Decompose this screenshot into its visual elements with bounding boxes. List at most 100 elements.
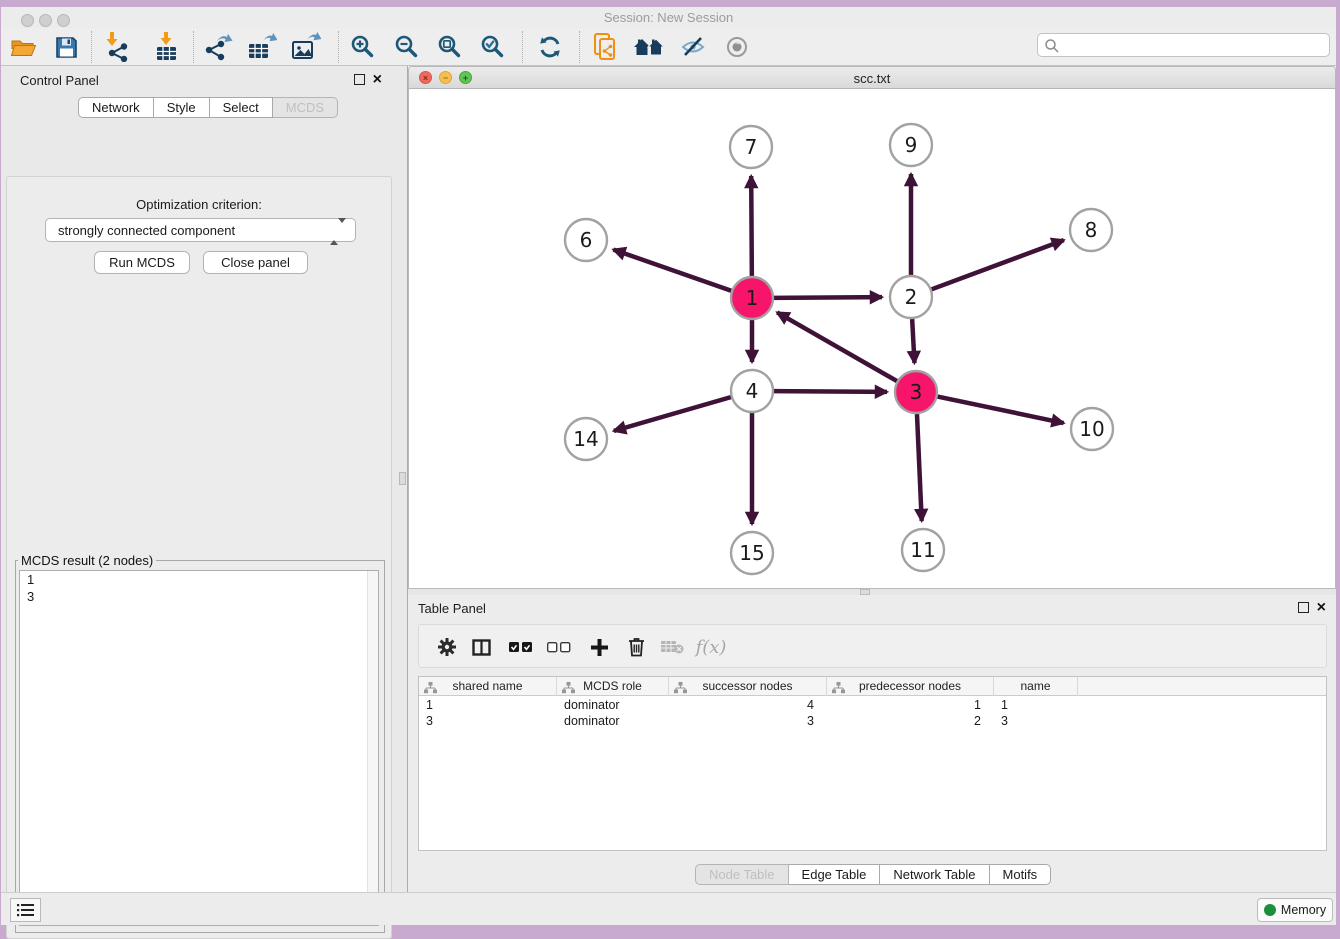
delete-column-icon[interactable] xyxy=(620,632,652,662)
split-panel-icon[interactable] xyxy=(465,632,497,662)
column-header-name[interactable]: name xyxy=(994,677,1078,696)
column-header-mcds-role[interactable]: MCDS role xyxy=(557,677,669,696)
graph-node-10[interactable]: 10 xyxy=(1071,408,1113,450)
vertical-split-divider[interactable] xyxy=(398,66,408,892)
cell-predecessor-nodes[interactable]: 1 xyxy=(827,697,994,713)
graph-node-4[interactable]: 4 xyxy=(731,370,773,412)
home-icon[interactable] xyxy=(632,32,666,62)
graph-node-8[interactable]: 8 xyxy=(1070,209,1112,251)
optimization-criterion-dropdown[interactable]: strongly connected component xyxy=(45,218,356,242)
main-titlebar: Session: New Session xyxy=(1,7,1336,28)
table-row[interactable]: 3dominator323 xyxy=(419,713,1326,729)
tab-edge-table[interactable]: Edge Table xyxy=(789,864,881,885)
cell-shared-name[interactable]: 3 xyxy=(419,713,557,729)
zoom-selected-icon[interactable] xyxy=(476,32,510,62)
cell-successor-nodes[interactable]: 4 xyxy=(669,697,827,713)
close-table-panel-icon[interactable]: × xyxy=(1317,602,1326,613)
memory-button[interactable]: Memory xyxy=(1257,898,1333,922)
mcds-result-line: 3 xyxy=(20,588,378,605)
tab-node-table[interactable]: Node Table xyxy=(695,864,789,885)
graph-node-15[interactable]: 15 xyxy=(731,532,773,574)
column-header-predecessor-nodes[interactable]: predecessor nodes xyxy=(827,677,994,696)
task-history-button[interactable] xyxy=(10,898,41,922)
edge-3-10[interactable] xyxy=(938,397,1064,424)
network-canvas[interactable]: 7 9 6 8 1 2 4 3 14 10 15 11 xyxy=(409,89,1335,589)
graph-node-11[interactable]: 11 xyxy=(902,529,944,571)
node-label: 4 xyxy=(746,379,759,403)
graph-node-14[interactable]: 14 xyxy=(565,418,607,460)
edge-4-14[interactable] xyxy=(614,397,731,431)
select-all-checkboxes-icon[interactable] xyxy=(505,632,537,662)
edge-2-8[interactable] xyxy=(932,240,1064,289)
zoom-fit-icon[interactable] xyxy=(433,32,467,62)
eye-slash-icon[interactable] xyxy=(676,32,710,62)
import-table-icon[interactable] xyxy=(149,32,183,62)
edge-2-3[interactable] xyxy=(912,319,914,363)
node-label: 11 xyxy=(910,538,935,562)
export-image-icon[interactable] xyxy=(289,32,323,62)
zoom-out-icon[interactable] xyxy=(390,32,424,62)
graph-node-9[interactable]: 9 xyxy=(890,124,932,166)
mcds-tab-content: Optimization criterion: strongly connect… xyxy=(6,176,392,939)
float-panel-icon[interactable] xyxy=(354,74,365,85)
edge-1-7[interactable] xyxy=(751,176,752,276)
table-panel: Table Panel × f(x) shared nameMCDS roles… xyxy=(408,595,1336,892)
cell-mcds-role[interactable]: dominator xyxy=(557,697,669,713)
main-toolbar xyxy=(1,28,1336,66)
edge-3-11[interactable] xyxy=(917,414,922,521)
app-window: Session: New Session xyxy=(1,7,1336,925)
graph-node-6[interactable]: 6 xyxy=(565,219,607,261)
run-mcds-button[interactable]: Run MCDS xyxy=(94,251,190,274)
settings-gear-icon[interactable] xyxy=(431,632,463,662)
close-panel-icon[interactable]: × xyxy=(373,74,382,85)
node-label: 10 xyxy=(1079,417,1104,441)
save-icon[interactable] xyxy=(49,32,83,62)
edge-3-1[interactable] xyxy=(777,312,897,381)
graph-node-1[interactable]: 1 xyxy=(731,277,773,319)
eye-icon[interactable] xyxy=(720,32,754,62)
node-label: 15 xyxy=(739,541,764,565)
function-builder-icon[interactable]: f(x) xyxy=(695,632,727,662)
tab-network-table[interactable]: Network Table xyxy=(880,864,989,885)
cell-mcds-role[interactable]: dominator xyxy=(557,713,669,729)
deselect-all-checkboxes-icon[interactable] xyxy=(543,632,575,662)
tab-motifs[interactable]: Motifs xyxy=(990,864,1052,885)
export-network-icon[interactable] xyxy=(201,32,235,62)
open-folder-icon[interactable] xyxy=(6,32,40,62)
tab-select[interactable]: Select xyxy=(210,97,273,118)
cell-predecessor-nodes[interactable]: 2 xyxy=(827,713,994,729)
delete-table-icon[interactable] xyxy=(656,632,688,662)
divider-grip[interactable] xyxy=(399,472,406,485)
node-label: 1 xyxy=(746,286,759,310)
mcds-result-legend: MCDS result (2 nodes) xyxy=(18,553,156,568)
cell-name[interactable]: 3 xyxy=(994,713,1078,729)
tab-network[interactable]: Network xyxy=(78,97,154,118)
cell-shared-name[interactable]: 1 xyxy=(419,697,557,713)
search-input[interactable] xyxy=(1062,35,1322,55)
graph-node-3[interactable]: 3 xyxy=(895,371,937,413)
column-header-successor-nodes[interactable]: successor nodes xyxy=(669,677,827,696)
mcds-result-textarea[interactable]: 13 xyxy=(19,570,379,926)
export-table-icon[interactable] xyxy=(245,32,279,62)
import-network-icon[interactable] xyxy=(101,32,135,62)
edge-1-6[interactable] xyxy=(613,250,731,291)
table-row[interactable]: 1dominator411 xyxy=(419,697,1326,713)
clone-network-icon[interactable] xyxy=(588,32,622,62)
tab-style[interactable]: Style xyxy=(154,97,210,118)
edge-1-2[interactable] xyxy=(774,297,882,298)
result-scrollbar[interactable] xyxy=(367,571,378,925)
cell-name[interactable]: 1 xyxy=(994,697,1078,713)
column-header-shared-name[interactable]: shared name xyxy=(419,677,557,696)
zoom-in-icon[interactable] xyxy=(346,32,380,62)
refresh-icon[interactable] xyxy=(533,32,567,62)
graph-node-7[interactable]: 7 xyxy=(730,126,772,168)
float-table-panel-icon[interactable] xyxy=(1298,602,1309,613)
tab-mcds[interactable]: MCDS xyxy=(273,97,338,118)
network-window-titlebar[interactable]: × − + scc.txt xyxy=(409,67,1335,89)
add-column-icon[interactable] xyxy=(583,632,615,662)
column-label: predecessor nodes xyxy=(859,679,961,693)
cell-successor-nodes[interactable]: 3 xyxy=(669,713,827,729)
close-panel-button[interactable]: Close panel xyxy=(203,251,308,274)
graph-node-2[interactable]: 2 xyxy=(890,276,932,318)
edge-4-3[interactable] xyxy=(774,391,887,392)
